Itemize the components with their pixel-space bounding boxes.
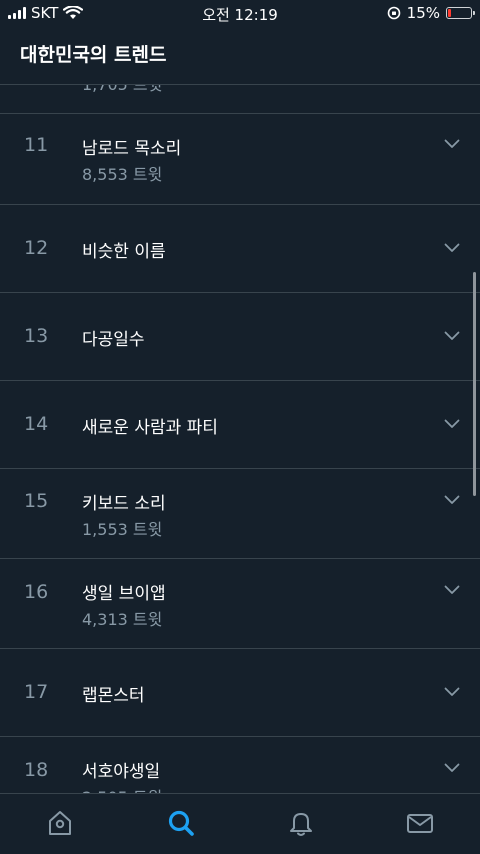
orientation-lock-icon <box>387 6 400 20</box>
chevron-down-icon[interactable] <box>444 763 460 773</box>
battery-icon <box>446 7 475 19</box>
chevron-down-icon[interactable] <box>444 419 460 429</box>
bell-icon[interactable] <box>286 808 316 838</box>
trend-row[interactable]: 12 비슷한 이름 <box>0 205 480 293</box>
chevron-down-icon[interactable] <box>444 495 460 505</box>
trend-row[interactable]: 16 생일 브이앱 4,313 트윗 <box>0 559 480 649</box>
trend-name: 비슷한 이름 <box>82 242 166 262</box>
trend-rank: 11 <box>24 134 49 156</box>
mail-icon[interactable] <box>405 808 435 838</box>
trend-rank: 12 <box>24 237 49 259</box>
status-bar: SKT 오전 12:19 15% <box>0 0 480 28</box>
trend-count: 1,553 트윗 <box>82 520 163 539</box>
trend-name: 남로드 목소리 <box>82 139 182 159</box>
page-title: 대한민국의 트렌드 <box>20 44 167 66</box>
trend-rank: 18 <box>24 759 49 781</box>
trend-name: 생일 브이앱 <box>82 584 166 604</box>
chevron-down-icon[interactable] <box>444 331 460 341</box>
trend-rank: 17 <box>24 681 49 703</box>
trend-name: 키보드 소리 <box>82 494 166 514</box>
trend-name: 서호야생일 <box>82 762 161 782</box>
trend-rank: 15 <box>24 490 49 512</box>
trend-count: 1,705 트윗 <box>82 85 162 95</box>
trend-rank: 13 <box>24 325 49 347</box>
trend-rank: 14 <box>24 413 49 435</box>
scrollbar[interactable] <box>473 272 476 496</box>
trend-row[interactable]: 14 새로운 사람과 파티 <box>0 381 480 469</box>
trend-row[interactable]: 18 서호야생일 2,505 트윗 <box>0 737 480 793</box>
tab-bar <box>0 793 480 854</box>
trend-count: 4,313 트윗 <box>82 610 163 629</box>
trend-count: 2,505 트윗 <box>82 784 162 793</box>
trend-rank: 16 <box>24 581 49 603</box>
home-icon[interactable] <box>45 808 75 838</box>
chevron-down-icon[interactable] <box>444 687 460 697</box>
trend-name: 다공일수 <box>82 330 145 350</box>
trend-row[interactable]: 11 남로드 목소리 8,553 트윗 <box>0 114 480 205</box>
chevron-down-icon[interactable] <box>444 139 460 149</box>
status-right: 15% <box>387 4 475 22</box>
trends-header: 대한민국의 트렌드 <box>0 28 480 85</box>
trend-row[interactable]: 13 다공일수 <box>0 293 480 381</box>
chevron-down-icon[interactable] <box>444 243 460 253</box>
trend-name: 새로운 사람과 파티 <box>82 418 218 438</box>
trend-row[interactable]: 17 랩몬스터 <box>0 649 480 737</box>
search-icon[interactable] <box>166 808 196 838</box>
trend-count: 8,553 트윗 <box>82 165 163 184</box>
chevron-down-icon[interactable] <box>444 585 460 595</box>
trend-row-partial[interactable]: 1,705 트윗 <box>0 85 480 114</box>
trend-name: 랩몬스터 <box>82 686 145 706</box>
trend-list[interactable]: 1,705 트윗 11 남로드 목소리 8,553 트윗 12 비슷한 이름 1… <box>0 85 480 793</box>
battery-percent: 15% <box>406 4 440 22</box>
trend-row[interactable]: 15 키보드 소리 1,553 트윗 <box>0 469 480 559</box>
